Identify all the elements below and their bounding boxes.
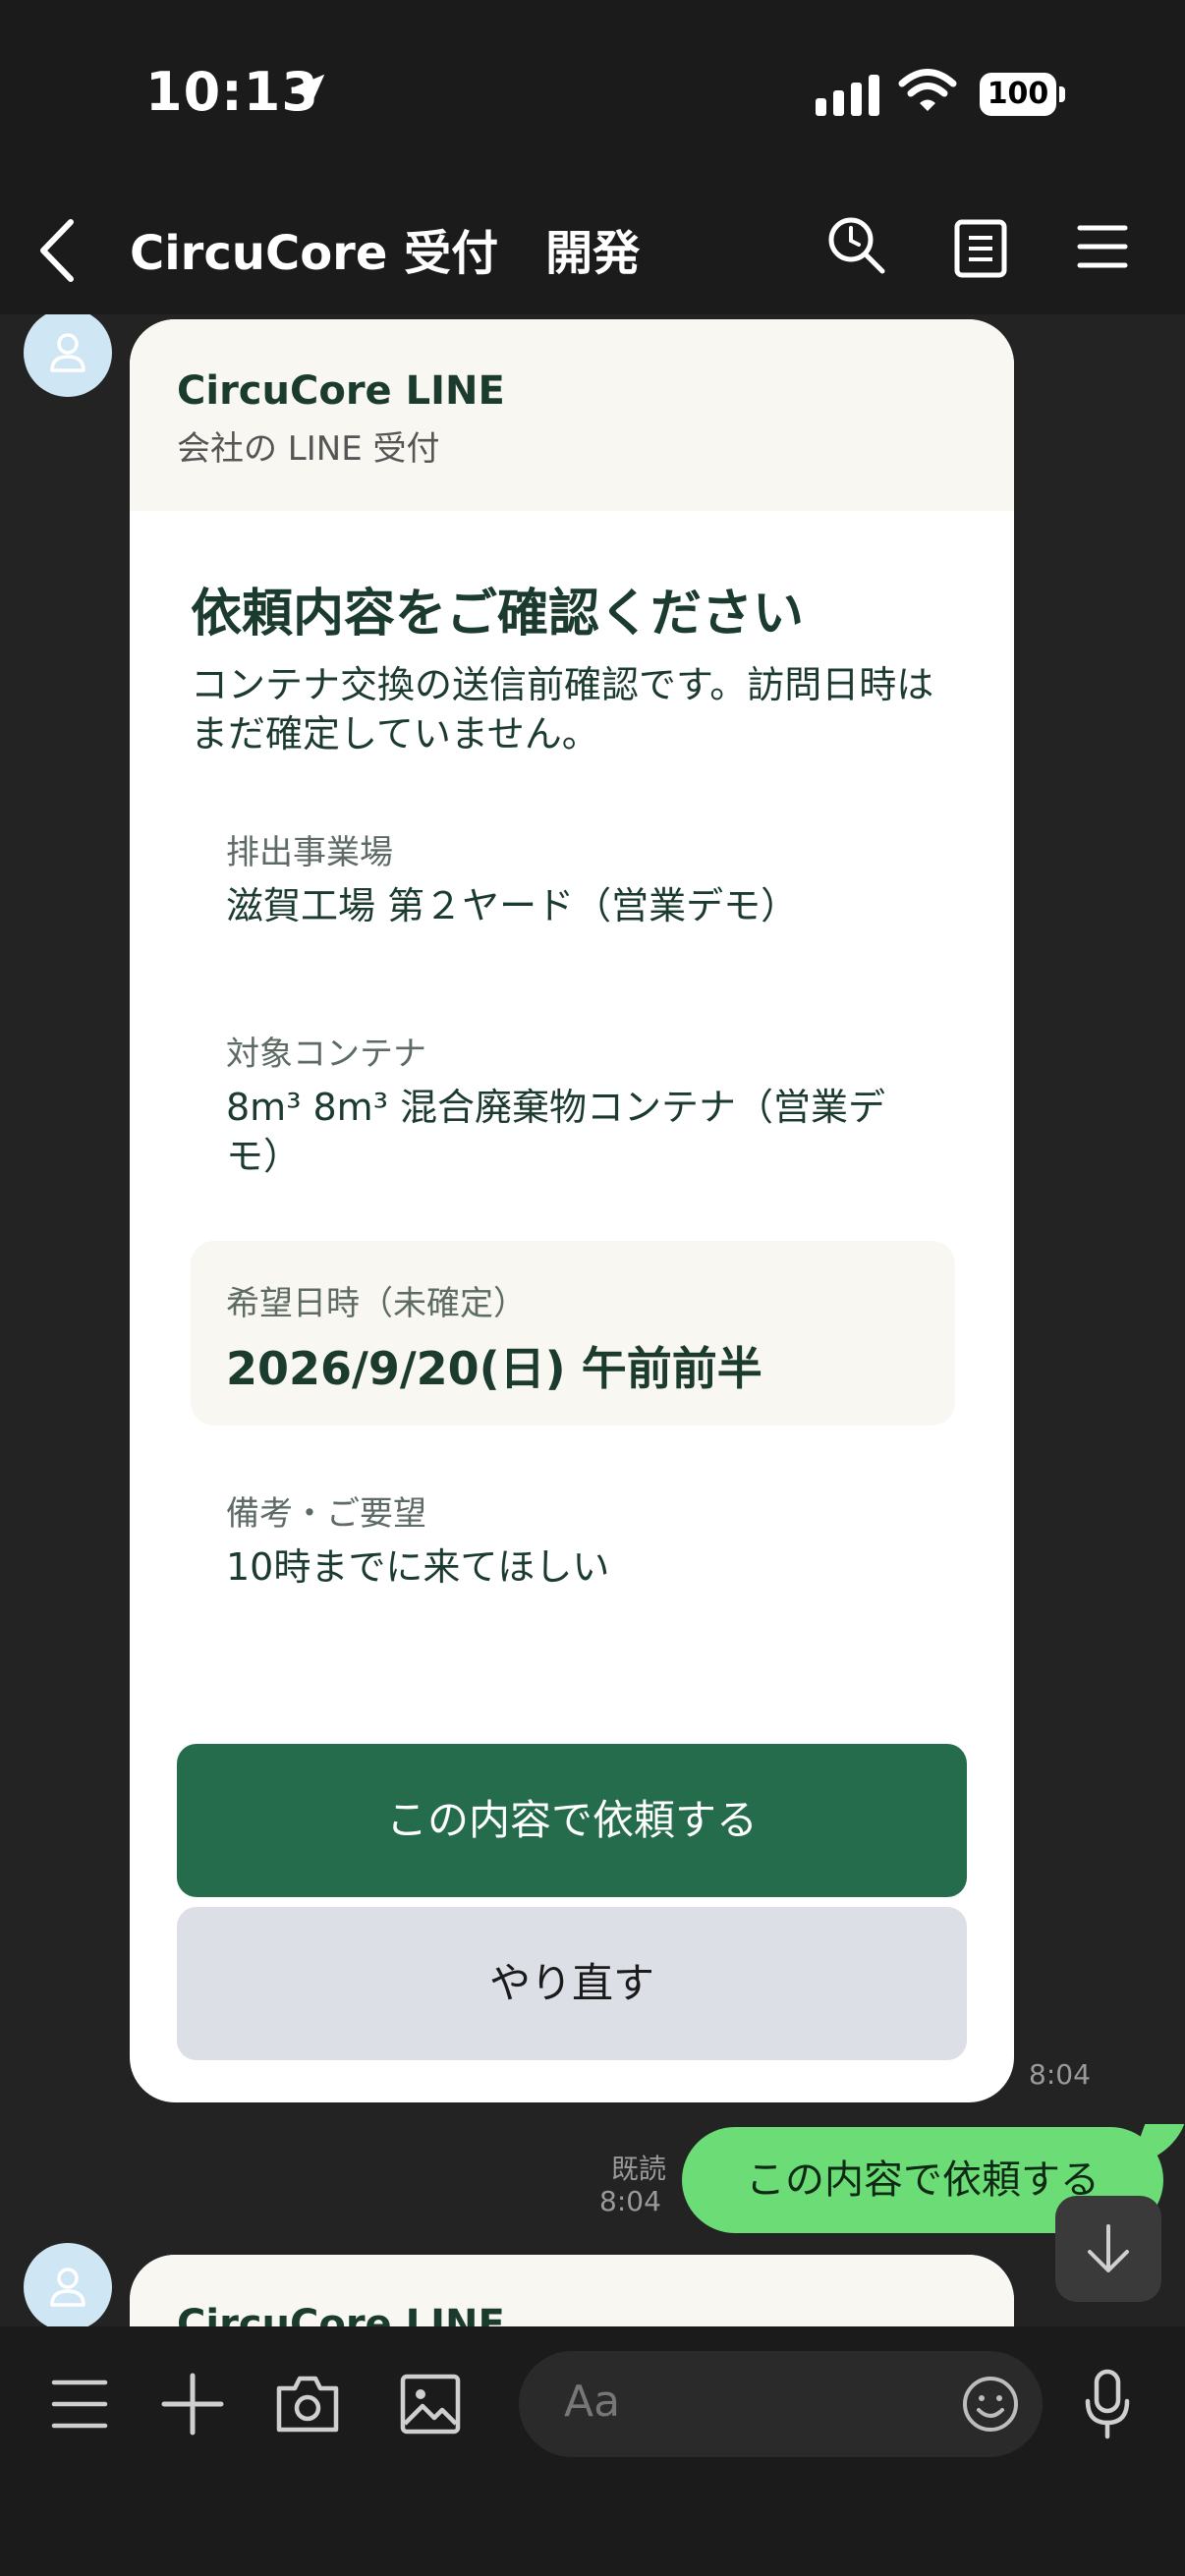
- next-card: CircuCore LINE: [130, 2255, 1014, 2326]
- note-icon[interactable]: [953, 218, 1008, 279]
- message-input[interactable]: Aa: [519, 2351, 1043, 2457]
- search-icon[interactable]: [825, 214, 888, 277]
- arrow-down-icon: [1088, 2224, 1129, 2272]
- field-site: 排出事業場 滋賀工場 第２ヤード（営業デモ）: [226, 825, 914, 930]
- card-brand: CircuCore LINE: [177, 368, 505, 414]
- wifi-icon: [898, 69, 957, 111]
- card-timestamp: 8:04: [1029, 2058, 1091, 2091]
- microphone-icon[interactable]: [1083, 2368, 1132, 2440]
- avatar[interactable]: [24, 2243, 112, 2326]
- image-icon[interactable]: [399, 2373, 462, 2436]
- field-note: 備考・ご要望 10時までに来てほしい: [226, 1486, 914, 1592]
- confirm-request-button[interactable]: この内容で依頼する: [177, 1744, 967, 1897]
- camera-icon[interactable]: [275, 2373, 340, 2434]
- confirmation-card: CircuCore LINE 会社の LINE 受付 依頼内容をご確認ください …: [130, 319, 1014, 2102]
- input-placeholder: Aa: [564, 2377, 621, 2427]
- card-intro: コンテナ交換の送信前確認です。訪問日時はまだ確定していません。: [191, 663, 934, 756]
- redo-button[interactable]: やり直す: [177, 1907, 967, 2060]
- card-header: CircuCore LINE 会社の LINE 受付: [130, 319, 1014, 511]
- scroll-down-button[interactable]: [1055, 2196, 1161, 2302]
- date-value: 2026/9/20(日) 午前前半: [226, 1342, 762, 1395]
- battery-indicator: 100: [980, 73, 1056, 116]
- location-arrow-icon: [290, 74, 325, 109]
- chat-title: CircuCore 受付 開発: [130, 226, 641, 281]
- status-bar: 10:13 100: [0, 0, 1185, 192]
- read-receipt: 既読: [611, 2153, 667, 2185]
- plus-icon[interactable]: [161, 2373, 224, 2436]
- message-timestamp: 8:04: [599, 2185, 661, 2217]
- note-value: 10時までに来てほしい: [226, 1545, 610, 1589]
- date-label: 希望日時（未確定）: [226, 1284, 527, 1323]
- note-label: 備考・ご要望: [226, 1494, 426, 1534]
- field-container: 対象コンテナ 8m³ 8m³ 混合廃棄物コンテナ（営業デモ）: [226, 1027, 914, 1181]
- field-value: 滋賀工場 第２ヤード（営業デモ）: [226, 884, 799, 927]
- card-brand: CircuCore LINE: [177, 2302, 505, 2326]
- avatar-icon: [50, 333, 85, 372]
- battery-cap: [1059, 86, 1065, 102]
- avatar-icon: [50, 2268, 85, 2307]
- menu-icon[interactable]: [1077, 224, 1128, 269]
- date-box: 希望日時（未確定） 2026/9/20(日) 午前前半: [191, 1241, 955, 1426]
- field-value: 8m³ 8m³ 混合廃棄物コンテナ（営業デモ）: [226, 1086, 886, 1178]
- field-label: 対象コンテナ: [226, 1035, 426, 1074]
- hamburger-icon[interactable]: [51, 2378, 108, 2431]
- emoji-icon[interactable]: [961, 2375, 1020, 2434]
- avatar[interactable]: [24, 314, 112, 397]
- field-label: 排出事業場: [226, 833, 393, 872]
- card-brand-sub: 会社の LINE 受付: [177, 429, 440, 469]
- card-body: 依頼内容をご確認ください コンテナ交換の送信前確認です。訪問日時はまだ確定してい…: [130, 511, 1014, 2102]
- back-chevron-icon[interactable]: [37, 218, 77, 283]
- card-header: CircuCore LINE: [130, 2255, 1014, 2326]
- card-heading: 依頼内容をご確認ください: [191, 585, 805, 644]
- signal-icon: [816, 75, 879, 116]
- chat-area[interactable]: CircuCore LINE 会社の LINE 受付 依頼内容をご確認ください …: [0, 314, 1185, 2326]
